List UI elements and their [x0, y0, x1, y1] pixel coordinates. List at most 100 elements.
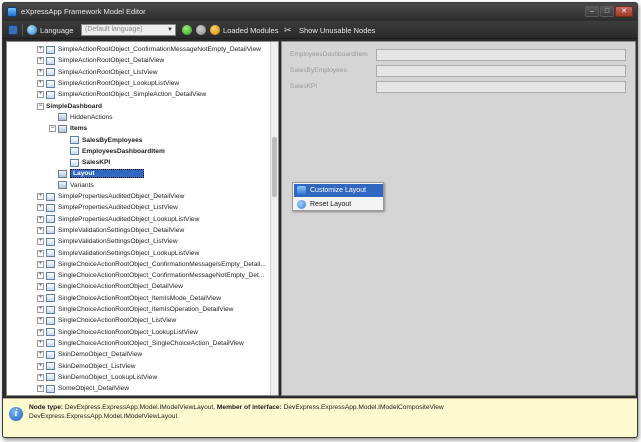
expand-icon[interactable]: + — [37, 328, 44, 336]
close-button[interactable]: ✕ — [615, 6, 633, 17]
model-editor-window: eXpressApp Framework Model Editor – □ ✕ … — [2, 2, 638, 438]
minimize-button[interactable]: – — [585, 6, 599, 17]
toolbar: Language (Default language) ▼ Loaded Mod… — [3, 21, 637, 39]
tree-node[interactable]: + SingleChoiceActionRootObject_DetailView — [7, 281, 278, 292]
tree-node[interactable]: + SkinDemoObject_ListView — [7, 360, 278, 371]
expand-icon[interactable]: + — [37, 91, 44, 99]
expand-icon[interactable]: + — [37, 215, 44, 223]
reset-layout-menu-item[interactable]: Reset Layout — [294, 198, 383, 211]
tree-node[interactable]: + SingleChoiceActionRootObject_SingleChoi… — [7, 338, 278, 349]
tree-node[interactable]: + SimplePropertiesAuditedObject_ListView — [7, 202, 278, 213]
model-tree[interactable]: + SimpleActionRootObject_ConfirmationMess… — [6, 41, 279, 396]
expand-icon[interactable]: + — [37, 226, 44, 234]
expand-icon[interactable]: + — [37, 46, 44, 54]
tree-node-label: SingleChoiceActionRootObject_Confirmatio… — [58, 260, 266, 268]
view-node-icon — [46, 350, 55, 359]
layout-item-editor[interactable] — [376, 65, 626, 77]
expand-icon[interactable]: + — [37, 204, 44, 212]
tree-node[interactable]: SalesByEmployees — [7, 134, 278, 145]
tree-node[interactable]: + SingleChoiceActionRootObject_Confirmati… — [7, 259, 278, 270]
language-select[interactable]: (Default language) ▼ — [81, 24, 176, 36]
expand-icon[interactable]: + — [37, 339, 44, 347]
expand-icon[interactable]: + — [37, 80, 44, 88]
tree-node[interactable]: + SimpleValidationSettingsObject_LookupLi… — [7, 247, 278, 258]
tree-node-label: Items — [70, 125, 88, 133]
expand-icon[interactable]: + — [37, 351, 44, 359]
loaded-modules-button[interactable]: Loaded Modules — [210, 25, 278, 35]
info-icon: i — [9, 407, 23, 421]
tree-node[interactable]: − Items — [7, 123, 278, 134]
tree-node[interactable]: + SimpleValidationSettingsObject_DetailVi… — [7, 225, 278, 236]
show-unusable-nodes-button[interactable]: ✂ Show Unusable Nodes — [284, 25, 375, 35]
tree-node-label: SalesKPI — [82, 159, 111, 167]
tree-node[interactable]: + SingleChoiceActionRootObject_Confirmati… — [7, 270, 278, 281]
tree-node[interactable]: + SkinDemoObject_DetailView — [7, 349, 278, 360]
tree-node[interactable]: + SimpleValidationSettingsObject_ListView — [7, 236, 278, 247]
expand-icon[interactable]: + — [37, 272, 44, 280]
tree-node[interactable]: + SkinDemoObject_LookupListView — [7, 372, 278, 383]
expand-icon[interactable]: + — [37, 283, 44, 291]
tree-node[interactable]: + SimpleActionRootObject_LookupListView — [7, 78, 278, 89]
tree-node[interactable]: + SimplePropertiesAuditedObject_DetailVie… — [7, 191, 278, 202]
navigate-back-button[interactable] — [196, 25, 206, 35]
collapse-icon[interactable]: − — [49, 125, 56, 133]
tree-node[interactable]: EmployeesDashboardItem — [7, 146, 278, 157]
title-bar[interactable]: eXpressApp Framework Model Editor – □ ✕ — [3, 3, 637, 21]
tree-node[interactable]: HiddenActions — [7, 112, 278, 123]
tree-scrollbar-thumb[interactable] — [272, 137, 277, 197]
navigate-forward-button[interactable] — [182, 25, 192, 35]
customize-layout-menu-item[interactable]: Customize Layout — [294, 184, 383, 197]
layout-item-editor[interactable] — [376, 81, 626, 93]
member-of-interface-label: Member of interface: — [216, 404, 282, 411]
tree-node[interactable]: + SimpleActionRootObject_ListView — [7, 67, 278, 78]
expand-icon[interactable]: + — [37, 294, 44, 302]
expand-icon[interactable]: + — [37, 260, 44, 268]
tree-node[interactable]: + SimplePropertiesAuditedObject_LookupLis… — [7, 214, 278, 225]
tree-node[interactable]: + SimpleActionRootObject_ConfirmationMess… — [7, 44, 278, 55]
tree-node-label: SkinDemoObject_DetailView — [58, 351, 143, 359]
tree-node[interactable]: + SingleChoiceActionRootObject_LookupList… — [7, 327, 278, 338]
layout-item-label: SalesKPI — [290, 83, 318, 90]
expand-icon[interactable]: + — [37, 68, 44, 76]
expand-icon[interactable]: + — [37, 385, 44, 393]
tree-node[interactable]: − SimpleDashboard — [7, 101, 278, 112]
tree-node[interactable]: Layout — [7, 168, 278, 179]
save-button[interactable] — [8, 25, 18, 35]
maximize-button[interactable]: □ — [600, 6, 614, 17]
tree-node-label: SimpleActionRootObject_LookupListView — [58, 80, 180, 88]
expand-icon[interactable]: + — [37, 306, 44, 314]
expand-icon[interactable]: + — [37, 317, 44, 325]
tree-node-label: SimplePropertiesAuditedObject_LookupList… — [58, 215, 200, 223]
tree-node[interactable]: Variants — [7, 180, 278, 191]
expand-icon[interactable]: + — [37, 249, 44, 257]
expand-icon[interactable]: + — [37, 373, 44, 381]
layout-item-label: SalesByEmployees — [290, 67, 347, 74]
collapse-icon[interactable]: − — [37, 102, 44, 110]
layout-designer-panel[interactable]: EmployeesDashboardItem SalesByEmployees … — [281, 41, 636, 396]
tree-node[interactable]: + SingleChoiceActionRootObject_ItemIsOper… — [7, 304, 278, 315]
view-node-icon — [46, 373, 55, 382]
language-icon — [27, 25, 37, 35]
tree-node[interactable]: + SingleChoiceActionRootObject_ListView — [7, 315, 278, 326]
tree-node-label: SingleChoiceActionRootObject_Confirmatio… — [58, 272, 265, 280]
expand-icon[interactable]: + — [37, 238, 44, 246]
tree-node-label: SkinDemoObject_ListView — [58, 362, 136, 370]
expand-icon[interactable]: + — [37, 193, 44, 201]
tree-scrollbar[interactable] — [270, 42, 278, 395]
view-node-icon — [70, 158, 79, 167]
layout-item-editor[interactable] — [376, 49, 626, 61]
view-node-icon — [46, 56, 55, 65]
layout-item-employees-dashboard[interactable]: EmployeesDashboardItem — [290, 49, 630, 61]
layout-item-sales-by-employees[interactable]: SalesByEmployees — [290, 65, 630, 77]
tree-node[interactable]: + SimpleActionRootObject_SimpleAction_Det… — [7, 89, 278, 100]
node-type-value: DevExpress.ExpressApp.Model.IModelViewLa… — [64, 404, 216, 411]
tree-node[interactable]: + SomeObject_DetailView — [7, 383, 278, 394]
expand-icon[interactable]: + — [37, 362, 44, 370]
tree-node-label: SimpleActionRootObject_DetailView — [58, 57, 165, 65]
tree-node[interactable]: + SingleChoiceActionRootObject_ItemIsMode… — [7, 293, 278, 304]
view-node-icon — [46, 45, 55, 54]
expand-icon[interactable]: + — [37, 57, 44, 65]
tree-node[interactable]: SalesKPI — [7, 157, 278, 168]
tree-node[interactable]: + SimpleActionRootObject_DetailView — [7, 55, 278, 66]
layout-item-sales-kpi[interactable]: SalesKPI — [290, 81, 630, 93]
